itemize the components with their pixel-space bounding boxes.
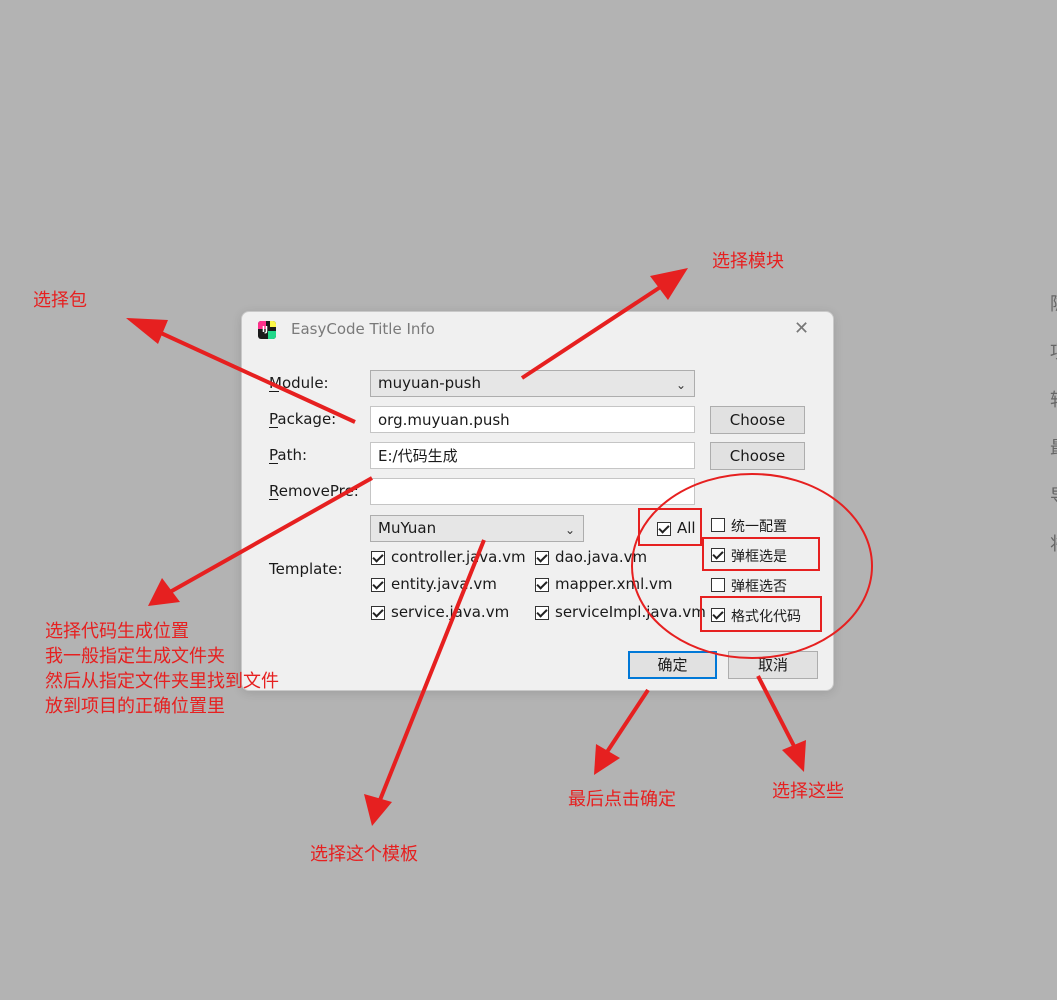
template-arrow-line bbox=[378, 539, 486, 801]
annotation-select-package: 选择包 bbox=[33, 290, 87, 311]
annotation-location-line1: 选择代码生成位置 bbox=[45, 621, 189, 642]
ok-arrow-line bbox=[605, 688, 650, 754]
annotation-select-these: 选择这些 bbox=[772, 781, 844, 802]
template-arrow-head bbox=[364, 794, 392, 826]
options-ellipse bbox=[631, 473, 873, 659]
annotation-select-module: 选择模块 bbox=[712, 251, 784, 272]
module-arrow-line bbox=[520, 282, 667, 380]
annotation-location-line3: 然后从指定文件夹里找到文件 bbox=[45, 671, 279, 692]
package-arrow-head bbox=[126, 318, 168, 344]
annotation-location-line4: 放到项目的正确位置里 bbox=[45, 696, 225, 717]
annotation-overlay bbox=[126, 268, 873, 826]
path-arrow-head bbox=[148, 578, 180, 606]
package-arrow-line bbox=[149, 326, 356, 424]
these-arrow-line bbox=[756, 675, 797, 749]
annotation-click-ok: 最后点击确定 bbox=[568, 789, 676, 810]
module-arrow-head bbox=[650, 268, 688, 300]
path-arrow-line bbox=[169, 476, 373, 594]
annotation-select-template: 选择这个模板 bbox=[310, 844, 418, 865]
annotation-location-line2: 我一般指定生成文件夹 bbox=[45, 646, 225, 667]
